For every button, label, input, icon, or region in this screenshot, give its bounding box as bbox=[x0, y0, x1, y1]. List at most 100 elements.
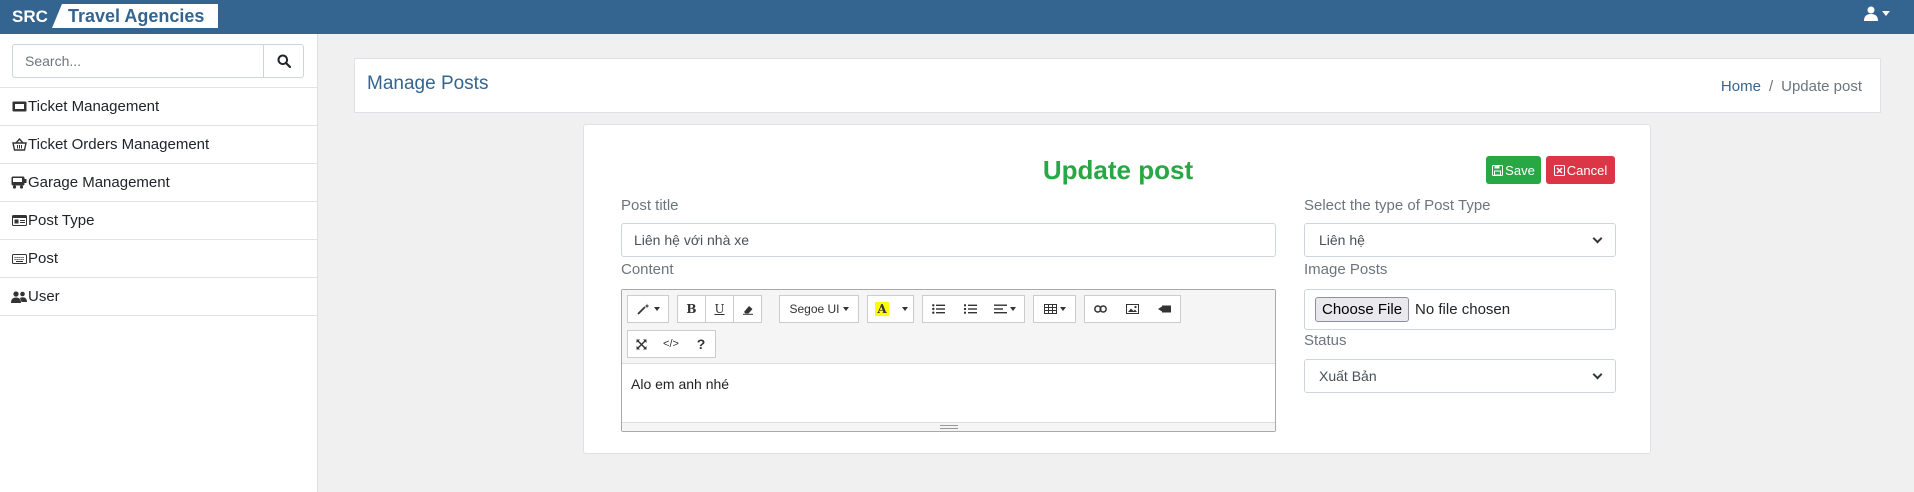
chevron-down-icon bbox=[1882, 11, 1890, 16]
post-title-input[interactable] bbox=[621, 223, 1276, 257]
text-color-dropdown[interactable] bbox=[896, 295, 914, 323]
image-file-input: Choose File No file chosen bbox=[1304, 289, 1616, 330]
list-ul-icon bbox=[932, 304, 945, 314]
help-icon: ? bbox=[696, 336, 706, 352]
status-label: Status bbox=[1304, 332, 1347, 349]
sidebar-item-label: Ticket Orders Management bbox=[28, 136, 210, 153]
chevron-down-icon bbox=[1592, 369, 1603, 379]
cancel-button[interactable]: Cancel bbox=[1546, 156, 1615, 184]
save-label: Save bbox=[1505, 162, 1535, 178]
close-icon bbox=[1553, 164, 1565, 176]
help-button[interactable]: ? bbox=[687, 330, 716, 358]
video-button[interactable] bbox=[1148, 295, 1181, 323]
editor-resize-handle[interactable] bbox=[622, 422, 1275, 431]
expand-icon bbox=[636, 339, 647, 349]
bus-icon bbox=[11, 176, 27, 190]
eraser-icon bbox=[742, 305, 753, 315]
chevron-down-icon bbox=[901, 307, 908, 311]
page-title: Manage Posts bbox=[367, 73, 489, 94]
editor-toolbar: B U Segoe UI A </> ? bbox=[622, 290, 1275, 364]
style-button[interactable] bbox=[627, 295, 669, 323]
id-card-icon bbox=[11, 214, 27, 228]
ticket-icon bbox=[11, 100, 27, 114]
table-button[interactable] bbox=[1033, 295, 1076, 323]
chevron-down-icon bbox=[1059, 307, 1066, 311]
font-color-icon: A bbox=[875, 302, 889, 316]
basket-icon bbox=[11, 138, 27, 152]
video-icon bbox=[1157, 305, 1171, 313]
sidebar-item-post-type[interactable]: Post Type bbox=[0, 202, 318, 240]
ordered-list-button[interactable] bbox=[954, 295, 987, 323]
sidebar-item-label: User bbox=[28, 288, 60, 305]
bold-button[interactable]: B bbox=[677, 295, 706, 323]
resize-grip-icon bbox=[939, 425, 958, 429]
post-type-select[interactable]: Liên hệ bbox=[1304, 223, 1616, 257]
sidebar-search bbox=[12, 44, 304, 78]
user-icon bbox=[1864, 6, 1878, 21]
image-icon bbox=[1125, 304, 1139, 314]
save-icon bbox=[1492, 164, 1504, 176]
breadcrumb-home-link[interactable]: Home bbox=[1721, 78, 1761, 95]
status-select[interactable]: Xuất Bản bbox=[1304, 359, 1616, 393]
breadcrumb-separator: / bbox=[1768, 78, 1774, 95]
user-menu[interactable] bbox=[1864, 6, 1890, 21]
brand-short: SRC bbox=[12, 7, 48, 26]
save-button[interactable]: Save bbox=[1486, 156, 1541, 184]
chevron-down-icon bbox=[653, 307, 660, 311]
link-button[interactable] bbox=[1084, 295, 1117, 323]
code-view-button[interactable]: </> bbox=[655, 330, 688, 358]
chevron-down-icon bbox=[1592, 233, 1603, 243]
choose-file-button[interactable]: Choose File bbox=[1315, 297, 1410, 322]
image-button[interactable] bbox=[1116, 295, 1149, 323]
magic-wand-icon bbox=[636, 303, 649, 315]
chevron-down-icon bbox=[842, 307, 849, 311]
sidebar-item-label: Post bbox=[28, 250, 59, 267]
no-file-text: No file chosen bbox=[1415, 301, 1511, 318]
cancel-label: Cancel bbox=[1566, 162, 1608, 178]
fullscreen-button[interactable] bbox=[627, 330, 656, 358]
users-icon bbox=[11, 290, 27, 304]
font-family-value: Segoe UI bbox=[789, 302, 840, 316]
list-ol-icon bbox=[963, 304, 977, 314]
underline-button[interactable]: U bbox=[705, 295, 734, 323]
chevron-down-icon bbox=[1010, 307, 1016, 311]
code-icon: </> bbox=[663, 338, 679, 350]
sidebar-item-post[interactable]: Post bbox=[0, 240, 318, 278]
post-title-label: Post title bbox=[621, 197, 679, 214]
sidebar-menu: Ticket Management Ticket Orders Manageme… bbox=[0, 87, 318, 316]
sidebar-item-label: Garage Management bbox=[28, 174, 170, 191]
align-left-icon bbox=[994, 304, 1007, 314]
sidebar-item-label: Ticket Management bbox=[28, 98, 160, 115]
top-navbar: SRC Travel Agencies bbox=[0, 0, 1914, 34]
post-type-label: Select the type of Post Type bbox=[1304, 197, 1491, 214]
search-button[interactable] bbox=[264, 44, 304, 78]
sidebar-item-ticket-orders[interactable]: Ticket Orders Management bbox=[0, 126, 318, 164]
paragraph-align-button[interactable] bbox=[986, 295, 1025, 323]
underline-icon: U bbox=[714, 302, 725, 316]
breadcrumb: Home / Update post bbox=[1721, 78, 1862, 95]
text-color-button[interactable]: A bbox=[867, 295, 897, 323]
content-editor: B U Segoe UI A </> ? Alo em anh nhé bbox=[621, 289, 1276, 432]
sidebar: Ticket Management Ticket Orders Manageme… bbox=[0, 34, 318, 492]
search-input[interactable] bbox=[12, 44, 264, 78]
status-value: Xuất Bản bbox=[1319, 368, 1377, 384]
font-family-select[interactable]: Segoe UI bbox=[779, 295, 859, 323]
table-icon bbox=[1043, 304, 1057, 314]
brand-title[interactable]: Travel Agencies bbox=[68, 6, 204, 27]
keyboard-icon bbox=[11, 252, 27, 266]
post-type-value: Liên hệ bbox=[1319, 232, 1365, 248]
sidebar-item-label: Post Type bbox=[28, 212, 95, 229]
sidebar-item-ticket-management[interactable]: Ticket Management bbox=[0, 88, 318, 126]
sidebar-item-user[interactable]: User bbox=[0, 278, 318, 316]
editor-content[interactable]: Alo em anh nhé bbox=[631, 376, 729, 392]
update-post-form: Update post Save Cancel Post title Conte… bbox=[583, 124, 1651, 454]
search-icon bbox=[277, 54, 291, 68]
bold-icon: B bbox=[686, 302, 697, 316]
unordered-list-button[interactable] bbox=[922, 295, 955, 323]
sidebar-item-garage-management[interactable]: Garage Management bbox=[0, 164, 318, 202]
link-icon bbox=[1094, 305, 1107, 313]
clear-format-button[interactable] bbox=[733, 295, 762, 323]
content-label: Content bbox=[621, 261, 674, 278]
image-posts-label: Image Posts bbox=[1304, 261, 1388, 278]
page-header: Manage Posts Home / Update post bbox=[354, 58, 1881, 113]
